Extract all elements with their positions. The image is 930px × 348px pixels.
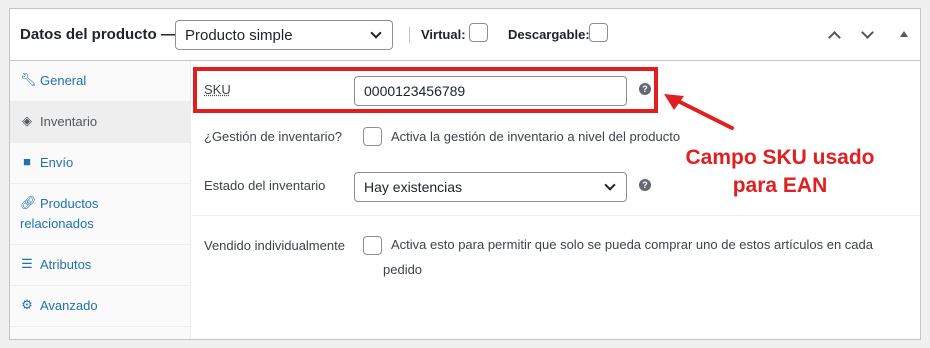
manage-stock-description: Activa la gestión de inventario a nivel …: [391, 129, 681, 144]
sku-highlight-box: [193, 67, 658, 113]
stock-status-help-icon[interactable]: ?: [639, 179, 651, 191]
section-divider: [192, 215, 920, 216]
product-type-value: Producto simple: [185, 27, 293, 44]
sold-individually-checkbox[interactable]: [363, 236, 382, 255]
downloadable-checkbox[interactable]: [589, 23, 608, 42]
truck-icon: ■: [23, 154, 31, 169]
tab-label: Inventario: [40, 114, 98, 129]
manage-stock-checkbox[interactable]: [363, 127, 382, 146]
tag-icon: ◈: [22, 113, 32, 128]
manage-stock-label: ¿Gestión de inventario?: [204, 129, 343, 144]
annotation-line-2: para EAN: [732, 174, 828, 197]
virtual-label: Virtual:: [421, 27, 466, 42]
header-divider: [409, 27, 410, 43]
wrench-icon: 🔧︎: [20, 72, 37, 87]
panel-title: Datos del producto —: [20, 26, 176, 43]
chevron-down-icon: [370, 27, 382, 39]
tab-label: Envío: [40, 155, 74, 170]
virtual-checkbox[interactable]: [469, 23, 488, 42]
stock-status-label: Estado del inventario: [204, 178, 326, 193]
move-up-icon[interactable]: [828, 31, 841, 44]
tab-label: Atributos: [40, 257, 92, 272]
annotation-arrow-icon: [664, 94, 734, 130]
sold-individually-description: Activa esto para permitir que solo se pu…: [383, 237, 873, 277]
tab-inventario[interactable]: ◈ Inventario: [10, 102, 191, 143]
stock-status-value: Hay existencias: [364, 179, 463, 195]
downloadable-label: Descargable:: [508, 27, 590, 42]
tab-label: Avanzado: [40, 298, 98, 313]
annotation-line-1: Campo SKU usado: [685, 146, 875, 169]
tab-productos-relacionados[interactable]: 🔗︎ Productos relacionados: [10, 184, 191, 245]
annotation-text: Campo SKU usado para EAN: [655, 144, 905, 200]
chevron-down-icon: [604, 179, 616, 191]
panel-header: Datos del producto — Producto simple Vir…: [10, 9, 920, 61]
gear-icon: ⚙: [21, 297, 33, 312]
move-down-icon[interactable]: [861, 26, 874, 39]
tab-avanzado[interactable]: ⚙ Avanzado: [10, 286, 191, 327]
tab-label: General: [40, 73, 87, 88]
tab-envio[interactable]: ■ Envío: [10, 143, 191, 184]
sold-individually-label: Vendido individualmente: [204, 238, 345, 253]
product-tabs-sidebar: 🔧︎ General ◈ Inventario ■ Envío 🔗︎ Produ…: [10, 61, 191, 339]
tab-label: Productos relacionados: [20, 196, 99, 231]
toggle-panel-icon[interactable]: [900, 31, 908, 37]
stock-status-select[interactable]: Hay existencias: [354, 172, 627, 202]
product-type-select[interactable]: Producto simple: [175, 20, 393, 50]
tab-atributos[interactable]: ☰ Atributos: [10, 245, 191, 286]
list-icon: ☰: [21, 256, 33, 271]
tab-general[interactable]: 🔧︎ General: [10, 61, 191, 102]
